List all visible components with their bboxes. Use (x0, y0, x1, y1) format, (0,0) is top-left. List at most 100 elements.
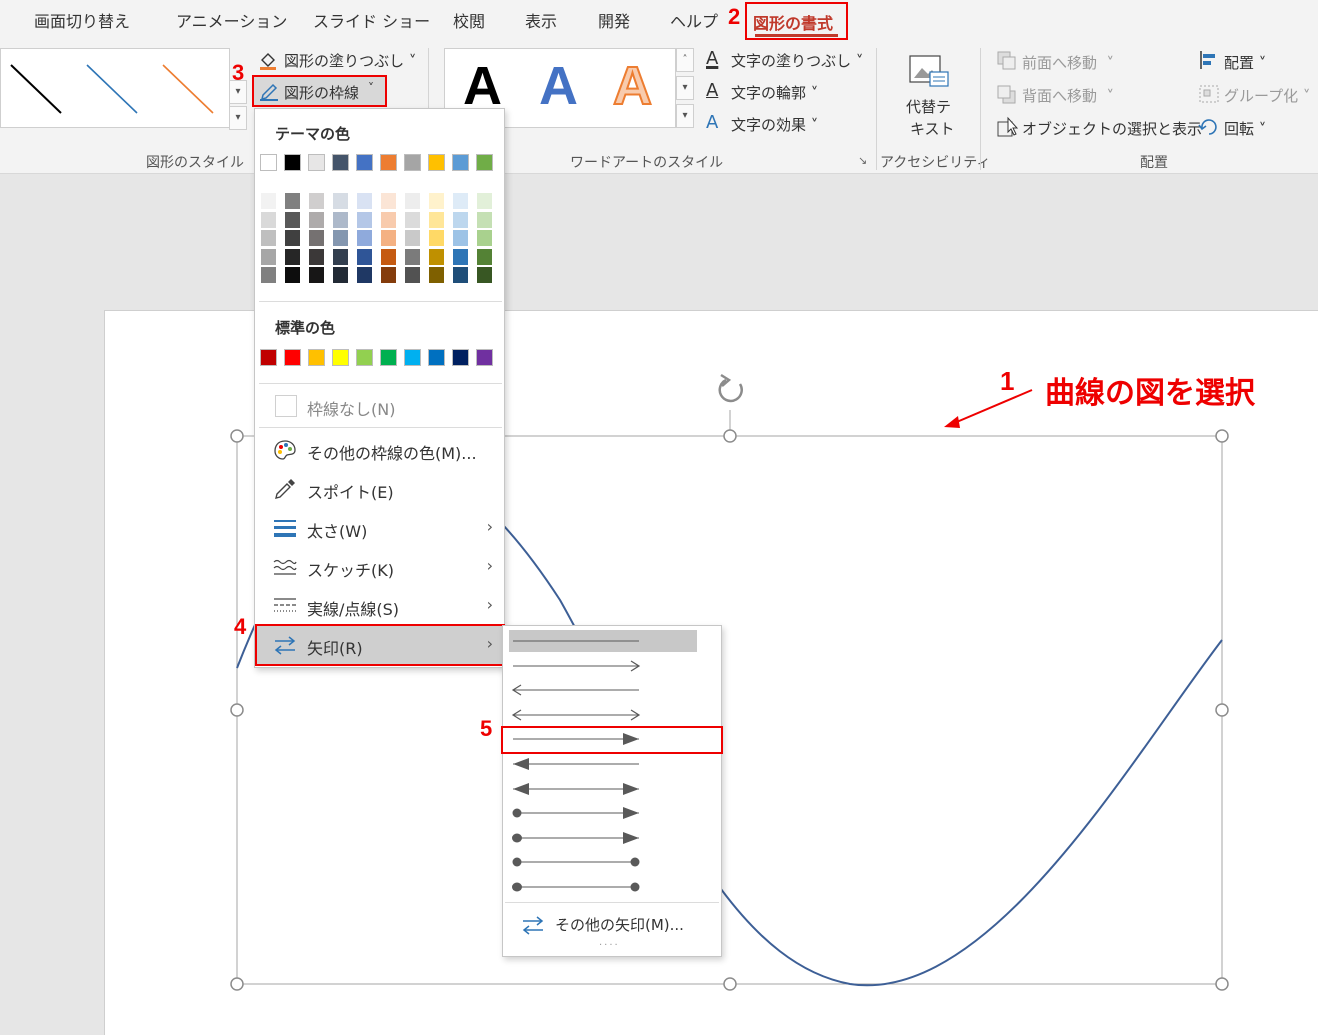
no-outline-item[interactable]: 枠線なし(N) (257, 387, 503, 425)
theme-shade-swatch[interactable] (308, 192, 325, 210)
theme-shade-swatch[interactable] (476, 210, 493, 229)
arrow-style-option[interactable] (509, 851, 697, 873)
rotate-handle-icon[interactable] (718, 373, 743, 403)
standard-color-swatch[interactable] (452, 349, 469, 366)
theme-shade-swatch[interactable] (476, 192, 493, 210)
theme-shade-swatch[interactable] (476, 266, 493, 284)
handle-top[interactable] (723, 429, 737, 443)
arrow-style-option[interactable] (509, 876, 697, 898)
theme-shade-swatch[interactable] (452, 192, 469, 210)
theme-shade-swatch[interactable] (452, 266, 469, 284)
arrows-item[interactable]: 矢印(R) › (255, 624, 505, 666)
theme-shade-swatch[interactable] (452, 210, 469, 229)
theme-shade-swatch[interactable] (404, 247, 421, 266)
theme-shade-swatch[interactable] (332, 229, 349, 247)
theme-shade-swatch[interactable] (428, 266, 445, 284)
theme-shade-swatch[interactable] (404, 210, 421, 229)
handle-bottom-left[interactable] (230, 977, 244, 991)
handle-left[interactable] (230, 703, 244, 717)
standard-color-swatch[interactable] (404, 349, 421, 366)
resize-grip-icon[interactable]: ···· (599, 940, 620, 951)
theme-color-swatch[interactable] (356, 154, 373, 171)
more-arrows-item[interactable]: その他の矢印(M)... (519, 912, 709, 938)
theme-color-swatch[interactable] (476, 154, 493, 171)
theme-shade-swatch[interactable] (260, 229, 277, 247)
theme-color-swatch[interactable] (380, 154, 397, 171)
standard-color-swatch[interactable] (260, 349, 277, 366)
eyedropper-item[interactable]: スポイト(E) (257, 470, 503, 508)
arrow-style-option[interactable] (509, 802, 697, 824)
theme-shade-swatch[interactable] (476, 229, 493, 247)
standard-color-swatch[interactable] (308, 349, 325, 366)
theme-shade-swatch[interactable] (380, 247, 397, 266)
arrow-style-option[interactable] (509, 778, 697, 800)
theme-shade-swatch[interactable] (284, 247, 301, 266)
theme-shade-swatch[interactable] (308, 229, 325, 247)
theme-color-swatch[interactable] (308, 154, 325, 171)
standard-color-swatch[interactable] (332, 349, 349, 366)
arrow-style-option[interactable] (509, 827, 697, 849)
theme-shade-swatch[interactable] (284, 266, 301, 284)
arrow-style-option[interactable] (509, 655, 697, 677)
sketch-label: スケッチ(K) (307, 561, 394, 580)
theme-shade-swatch[interactable] (380, 266, 397, 284)
standard-color-swatch[interactable] (380, 349, 397, 366)
theme-shade-swatch[interactable] (284, 192, 301, 210)
theme-shade-swatch[interactable] (476, 247, 493, 266)
standard-color-swatch[interactable] (428, 349, 445, 366)
theme-shade-swatch[interactable] (356, 210, 373, 229)
theme-shade-swatch[interactable] (308, 210, 325, 229)
arrow-style-option[interactable] (509, 704, 697, 726)
theme-color-swatch[interactable] (452, 154, 469, 171)
theme-shade-swatch[interactable] (428, 210, 445, 229)
theme-shade-swatch[interactable] (404, 266, 421, 284)
more-outline-colors-item[interactable]: その他の枠線の色(M)... (257, 431, 503, 469)
theme-shade-swatch[interactable] (380, 192, 397, 210)
handle-top-right[interactable] (1215, 429, 1229, 443)
theme-shade-swatch[interactable] (452, 247, 469, 266)
theme-shade-swatch[interactable] (356, 247, 373, 266)
dashes-item[interactable]: 実線/点線(S) › (257, 587, 503, 625)
standard-color-swatch[interactable] (284, 349, 301, 366)
theme-shade-swatch[interactable] (260, 210, 277, 229)
theme-color-swatch[interactable] (260, 154, 277, 171)
weight-item[interactable]: 太さ(W) › (257, 509, 503, 547)
handle-bottom-right[interactable] (1215, 977, 1229, 991)
theme-shade-swatch[interactable] (332, 266, 349, 284)
theme-shade-swatch[interactable] (356, 229, 373, 247)
arrow-style-option[interactable] (509, 753, 697, 775)
theme-shade-swatch[interactable] (332, 247, 349, 266)
theme-color-swatch[interactable] (404, 154, 421, 171)
theme-color-swatch[interactable] (284, 154, 301, 171)
callout-arrowhead (944, 416, 960, 428)
theme-shade-swatch[interactable] (428, 247, 445, 266)
theme-shade-swatch[interactable] (284, 210, 301, 229)
theme-shade-swatch[interactable] (260, 266, 277, 284)
theme-shade-swatch[interactable] (260, 247, 277, 266)
theme-shade-swatch[interactable] (332, 210, 349, 229)
sketch-item[interactable]: スケッチ(K) › (257, 548, 503, 586)
theme-shade-swatch[interactable] (380, 229, 397, 247)
theme-color-swatch[interactable] (428, 154, 445, 171)
theme-shade-swatch[interactable] (428, 229, 445, 247)
theme-shade-swatch[interactable] (260, 192, 277, 210)
handle-bottom[interactable] (723, 977, 737, 991)
theme-shade-swatch[interactable] (356, 192, 373, 210)
theme-shade-swatch[interactable] (404, 192, 421, 210)
handle-right[interactable] (1215, 703, 1229, 717)
theme-shade-swatch[interactable] (356, 266, 373, 284)
arrow-style-option[interactable] (509, 630, 697, 652)
theme-shade-swatch[interactable] (308, 266, 325, 284)
theme-shade-swatch[interactable] (284, 229, 301, 247)
theme-color-swatch[interactable] (332, 154, 349, 171)
theme-shade-swatch[interactable] (380, 210, 397, 229)
standard-color-swatch[interactable] (476, 349, 493, 366)
theme-shade-swatch[interactable] (308, 247, 325, 266)
theme-shade-swatch[interactable] (404, 229, 421, 247)
handle-top-left[interactable] (230, 429, 244, 443)
arrow-style-option[interactable] (509, 679, 697, 701)
standard-color-swatch[interactable] (356, 349, 373, 366)
theme-shade-swatch[interactable] (428, 192, 445, 210)
theme-shade-swatch[interactable] (332, 192, 349, 210)
theme-shade-swatch[interactable] (452, 229, 469, 247)
